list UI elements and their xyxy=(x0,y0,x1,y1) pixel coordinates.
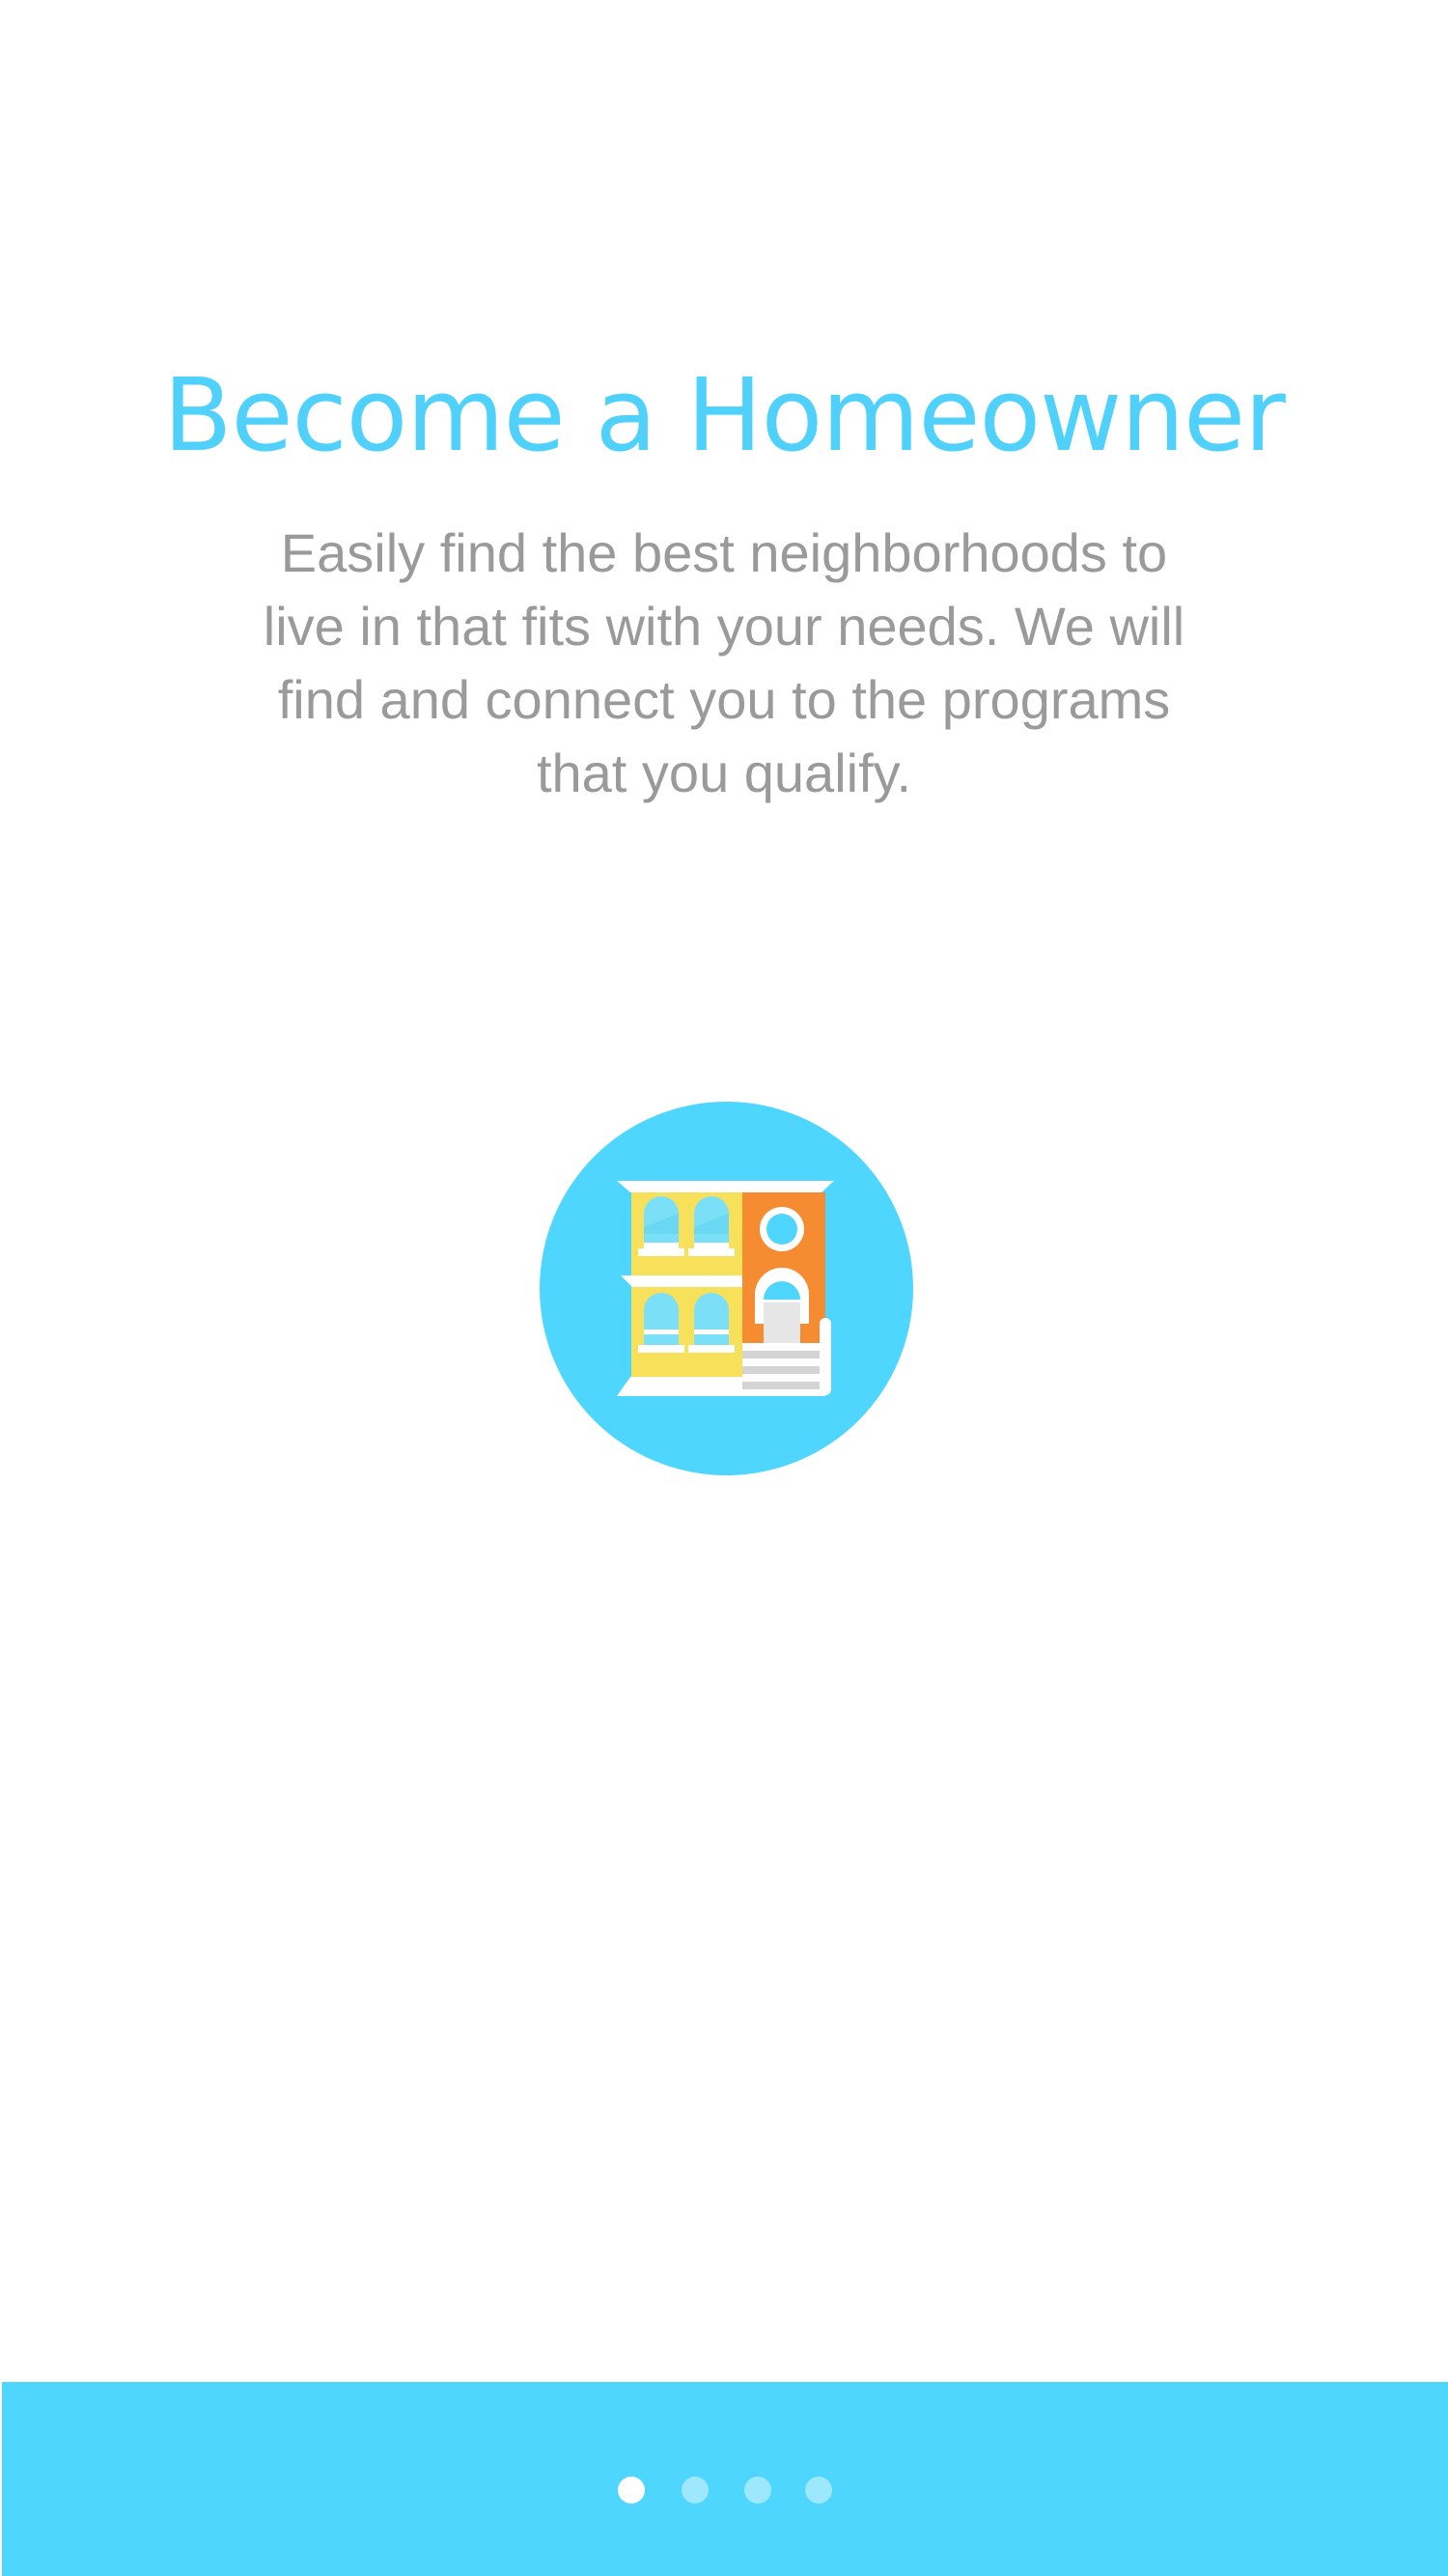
page-dot-1[interactable] xyxy=(618,2477,645,2504)
page-dot-2[interactable] xyxy=(682,2477,709,2504)
page-indicator xyxy=(2,2382,1448,2576)
page-dot-4[interactable] xyxy=(805,2477,832,2504)
townhouse-icon xyxy=(540,1102,913,1475)
page-dot-3[interactable] xyxy=(744,2477,771,2504)
onboarding-footer xyxy=(2,2382,1448,2576)
page-description: Easily find the best neighborhoods to li… xyxy=(263,522,1185,803)
page-title: Become a Homeowner xyxy=(163,356,1286,474)
